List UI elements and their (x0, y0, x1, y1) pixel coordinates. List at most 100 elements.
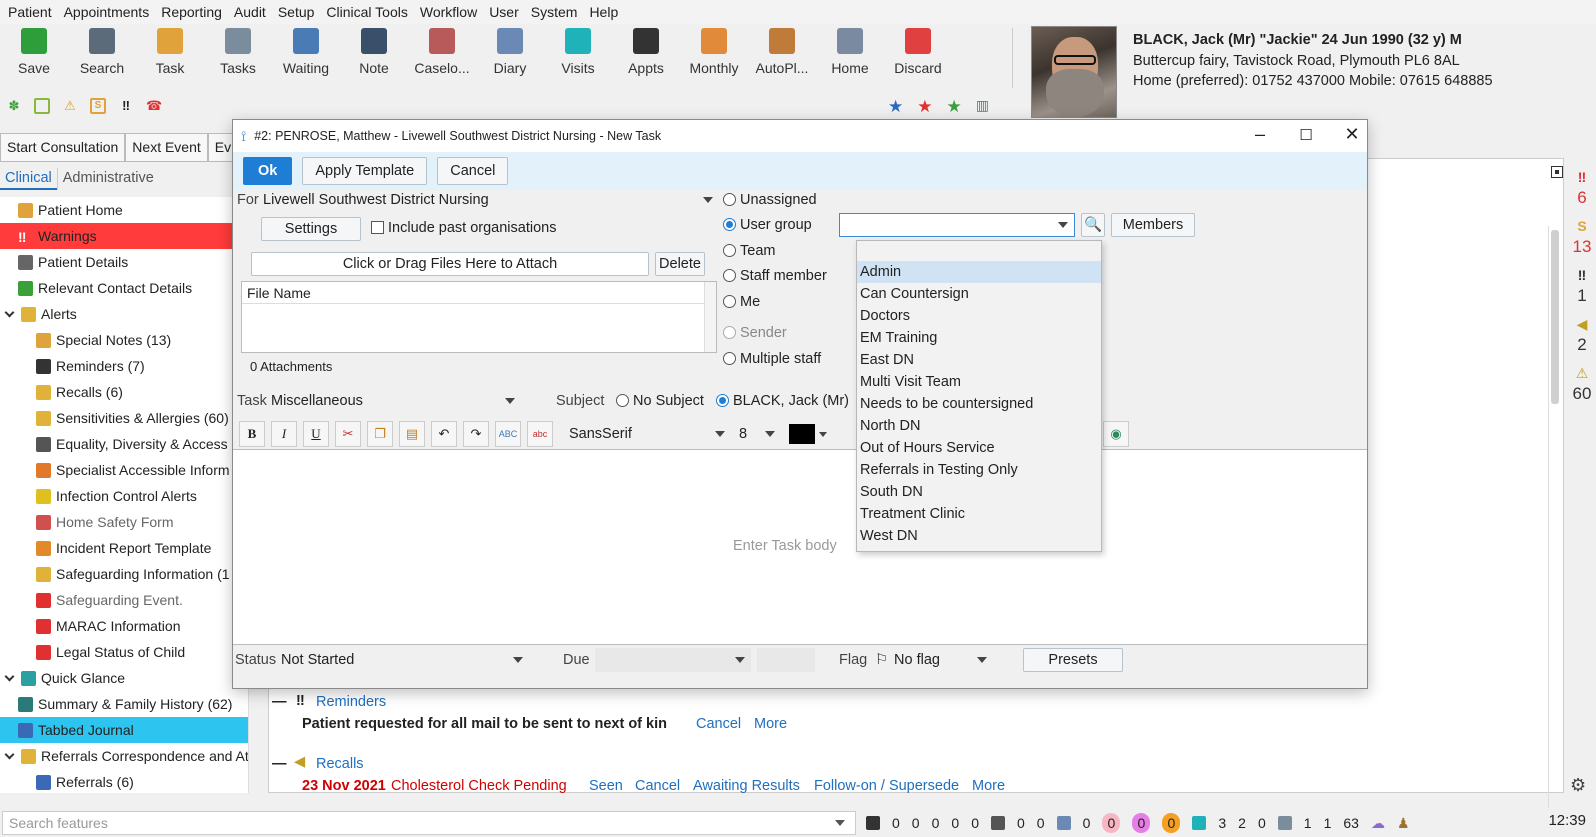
blue-star-icon[interactable]: ★ (888, 97, 903, 117)
reminder-icon[interactable]: ‼ (1574, 267, 1590, 283)
reminder-more-link[interactable]: More (754, 716, 787, 732)
text-color-picker[interactable] (789, 422, 829, 446)
settings-button[interactable]: Settings (261, 217, 361, 241)
file-name-column-header[interactable]: File Name (242, 282, 716, 304)
assign-user-group-radio[interactable]: User group (723, 217, 812, 233)
recall-more-link[interactable]: More (972, 778, 1005, 794)
tree-item-sensitivities-allergies[interactable]: Sensitivities & Allergies (60) (0, 405, 258, 431)
user-group-select[interactable] (839, 213, 1075, 237)
assign-me-radio[interactable]: Me (723, 294, 760, 310)
radio-circle[interactable] (723, 326, 736, 339)
for-select[interactable]: Livewell Southwest District Nursing (263, 188, 719, 212)
tree-item-incident-report-template[interactable]: Incident Report Template (0, 535, 258, 561)
user-group-option[interactable]: Admin (857, 261, 1101, 283)
status-pill[interactable]: 0 (1102, 813, 1121, 833)
menu-patient[interactable]: Patient (4, 4, 60, 20)
font-size-select[interactable]: 8 (739, 422, 781, 446)
assign-sender-radio[interactable]: Sender (723, 325, 787, 341)
collapse-recalls-icon[interactable]: — (272, 756, 287, 772)
user-group-option[interactable]: North DN (857, 415, 1101, 437)
chevron-down-icon[interactable] (4, 307, 15, 317)
radio-circle[interactable] (723, 352, 736, 365)
due-date-select[interactable] (595, 648, 751, 672)
underline-icon[interactable]: U (303, 421, 329, 447)
recall-icon[interactable]: ◀ (1574, 316, 1590, 332)
caselo-toolbar-button[interactable]: Caselo... (408, 28, 476, 88)
menu-setup[interactable]: Setup (274, 4, 323, 20)
diary-toolbar-button[interactable]: Diary (476, 28, 544, 88)
tree-item-quick-glance[interactable]: Quick Glance (0, 665, 258, 691)
task-body-editor[interactable]: Enter Task body (233, 449, 1367, 645)
reminders-heading[interactable]: Reminders (316, 694, 386, 710)
include-past-checkbox[interactable]: Include past organisations (371, 220, 556, 236)
radio-circle[interactable] (723, 244, 736, 257)
user-group-option[interactable]: South DN (857, 481, 1101, 503)
due-time-input[interactable] (757, 648, 815, 672)
user-icon[interactable]: ♟ (1397, 815, 1410, 832)
user-group-option[interactable]: East DN (857, 349, 1101, 371)
menu-help[interactable]: Help (585, 4, 626, 20)
task-toolbar-button[interactable]: Task (136, 28, 204, 88)
visits-icon[interactable] (1192, 816, 1207, 830)
tree-item-alerts[interactable]: Alerts (0, 301, 258, 327)
strikethrough-icon[interactable]: abc (527, 421, 553, 447)
recall-awaiting-link[interactable]: Awaiting Results (693, 778, 800, 794)
waiting-toolbar-button[interactable]: Waiting (272, 28, 340, 88)
tree-item-safeguarding-information[interactable]: Safeguarding Information (1 (0, 561, 258, 587)
tree-item-patient-home[interactable]: Patient Home (0, 197, 258, 223)
allergy-icon[interactable]: ⚠ (1574, 365, 1590, 381)
bars-icon[interactable] (866, 816, 880, 830)
special-notes-icon[interactable]: S (1574, 218, 1590, 234)
home-toolbar-button[interactable]: Home (816, 28, 884, 88)
assign-team-radio[interactable]: Team (723, 243, 775, 259)
menu-appointments[interactable]: Appointments (60, 4, 158, 20)
members-button[interactable]: Members (1111, 213, 1195, 237)
tree-item-referrals-correspondence-and-att[interactable]: Referrals Correspondence and Att (0, 743, 258, 769)
monthly-toolbar-button[interactable]: Monthly (680, 28, 748, 88)
tree-item-tabbed-journal[interactable]: Tabbed Journal (0, 717, 258, 743)
chevron-down-icon[interactable] (4, 749, 15, 759)
visits-toolbar-button[interactable]: Visits (544, 28, 612, 88)
pen-icon[interactable] (990, 816, 1005, 830)
undo-icon[interactable]: ↶ (431, 421, 457, 447)
radio-circle[interactable] (723, 269, 736, 282)
apply-template-button[interactable]: Apply Template (302, 157, 428, 185)
attachments-scrollbar[interactable] (704, 282, 716, 352)
tasks-icon[interactable] (1277, 816, 1292, 830)
menu-user[interactable]: User (485, 4, 527, 20)
copy-icon[interactable]: ❐ (367, 421, 393, 447)
menu-system[interactable]: System (527, 4, 586, 20)
tree-item-summary-family-history[interactable]: Summary & Family History (62) (0, 691, 258, 717)
diary-icon[interactable] (1056, 816, 1071, 830)
journal-scrollbar[interactable] (1548, 226, 1560, 808)
green-star-icon[interactable]: ★ (947, 97, 962, 117)
ok-button[interactable]: Ok (243, 157, 293, 185)
user-group-option[interactable]: EM Training (857, 327, 1101, 349)
flag-select[interactable]: ⚐ No flag (875, 648, 993, 672)
note-toolbar-button[interactable]: Note (340, 28, 408, 88)
tree-item-relevant-contact-details[interactable]: Relevant Contact Details (0, 275, 258, 301)
reminder-cancel-link[interactable]: Cancel (696, 716, 741, 732)
tree-item-reminders[interactable]: Reminders (7) (0, 353, 258, 379)
status-pill[interactable]: 0 (1162, 813, 1181, 833)
radio-circle[interactable] (716, 394, 729, 407)
user-group-option[interactable]: Multi Visit Team (857, 371, 1101, 393)
italic-icon[interactable]: I (271, 421, 297, 447)
spellcheck-icon[interactable]: ABC (495, 421, 521, 447)
special-notes-icon[interactable]: S (90, 98, 106, 114)
tree-item-legal-status-of-child[interactable]: Legal Status of Child (0, 639, 258, 665)
user-group-option[interactable]: West DN (857, 525, 1101, 547)
status-select[interactable]: Not Started (281, 648, 529, 672)
search-features-input[interactable]: Search features (2, 811, 856, 835)
presets-button[interactable]: Presets (1023, 648, 1123, 672)
user-group-option[interactable]: Needs to be countersigned (857, 393, 1101, 415)
tree-item-marac-information[interactable]: MARAC Information (0, 613, 258, 639)
discard-toolbar-button[interactable]: Discard (884, 28, 952, 88)
delete-attachment-button[interactable]: Delete (655, 252, 705, 276)
save-toolbar-button[interactable]: Save (0, 28, 68, 88)
recall-follow-on-link[interactable]: Follow-on / Supersede (814, 778, 959, 794)
tree-icon[interactable]: ✽ (6, 98, 22, 114)
tasks-toolbar-button[interactable]: Tasks (204, 28, 272, 88)
checkbox-box[interactable] (371, 221, 384, 234)
panel-toggle-icon[interactable] (1551, 166, 1563, 178)
